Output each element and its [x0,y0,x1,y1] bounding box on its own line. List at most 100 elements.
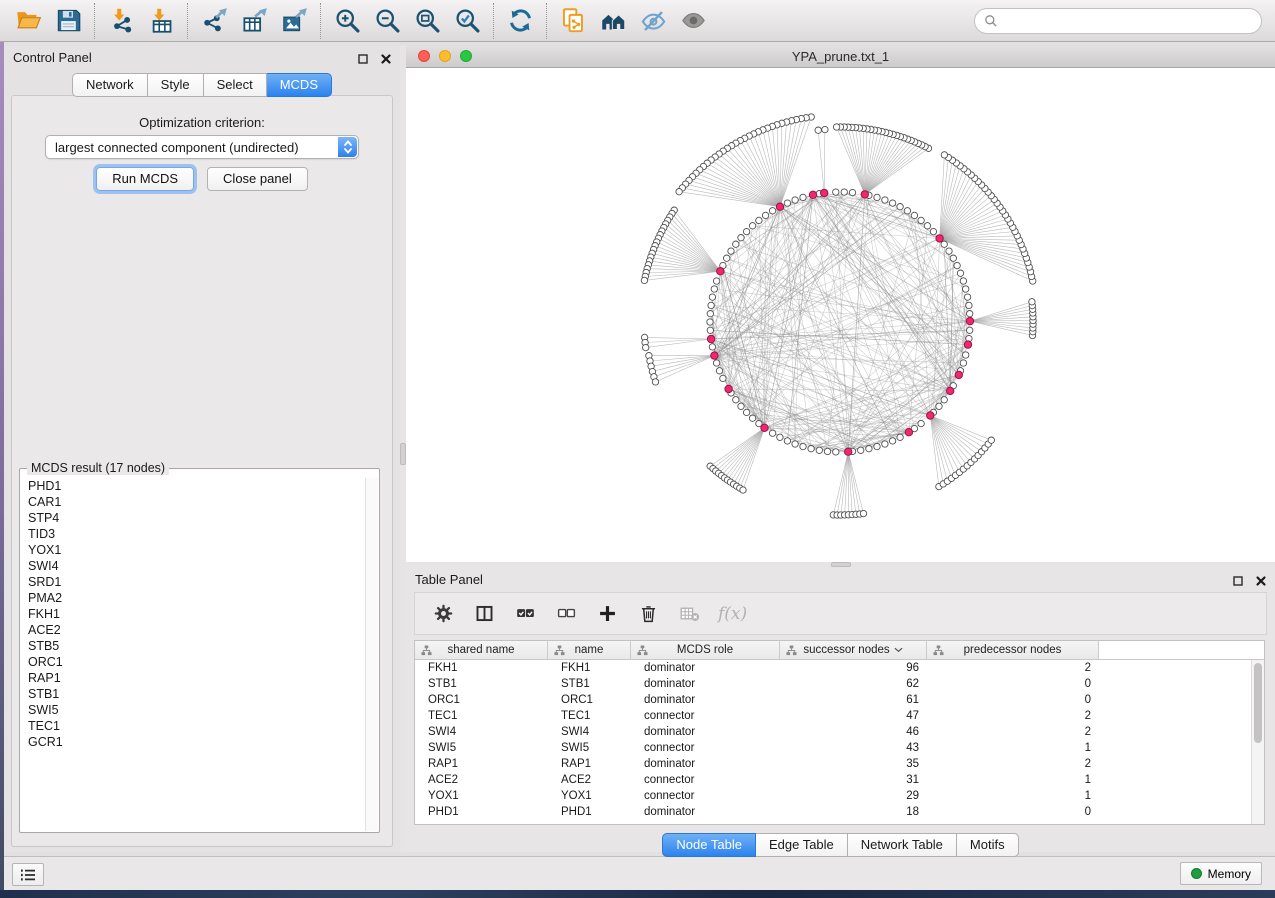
mcds-result-item[interactable]: STB5 [21,638,365,654]
network-leaf-node[interactable] [822,126,828,132]
cell-successor-nodes[interactable]: 29 [780,788,927,804]
copy-network-button[interactable] [553,4,593,38]
cell-mcds-role[interactable]: dominator [631,724,780,740]
hide-selected-button[interactable] [633,4,673,38]
cell-shared-name[interactable]: ACE2 [415,772,548,788]
network-node[interactable] [716,368,722,374]
cell-successor-nodes[interactable]: 46 [780,724,927,740]
column-header-name[interactable]: name [548,641,631,659]
control-panel-close-button[interactable] [379,52,392,65]
mcds-result-item[interactable]: PMA2 [21,590,365,606]
network-node[interactable] [784,438,790,444]
network-node[interactable] [720,375,726,381]
memory-button[interactable]: Memory [1180,862,1262,885]
cell-name[interactable]: RAP1 [548,756,631,772]
cell-shared-name[interactable]: STB1 [415,676,548,692]
network-node[interactable] [918,420,924,426]
network-hub-node[interactable] [966,317,973,324]
cell-successor-nodes[interactable]: 62 [780,676,927,692]
network-node[interactable] [882,441,888,447]
network-node[interactable] [874,443,880,449]
table-row[interactable]: FKH1FKH1dominator962 [415,660,1264,676]
export-image-button[interactable] [274,4,314,38]
network-hub-node[interactable] [809,191,816,198]
mcds-result-item[interactable]: ACE2 [21,622,365,638]
network-node[interactable] [733,397,739,403]
network-node[interactable] [713,278,719,284]
import-network-button[interactable] [101,4,141,38]
save-session-button[interactable] [48,4,88,38]
network-node[interactable] [738,235,744,241]
control-panel-float-button[interactable] [356,52,369,65]
network-node[interactable] [841,189,847,195]
refresh-button[interactable] [500,4,540,38]
network-hub-node[interactable] [905,429,912,436]
network-node[interactable] [769,430,775,436]
show-all-button[interactable] [673,4,713,38]
network-node[interactable] [769,208,775,214]
table-panel-float-button[interactable] [1231,574,1244,587]
network-node[interactable] [924,223,930,229]
network-hub-node[interactable] [821,189,828,196]
network-node[interactable] [941,241,947,247]
mcds-result-item[interactable]: FKH1 [21,606,365,622]
network-node[interactable] [743,228,749,234]
network-hub-node[interactable] [861,191,868,198]
tab-node-table[interactable]: Node Table [662,833,756,857]
network-node[interactable] [800,194,806,200]
cell-mcds-role[interactable]: dominator [631,692,780,708]
optimization-criterion-dropdown[interactable]: largest connected component (undirected) [45,135,359,159]
table-row[interactable]: RAP1RAP1dominator352 [415,756,1264,772]
network-node[interactable] [897,434,903,440]
cell-name[interactable]: STB1 [548,676,631,692]
network-node[interactable] [960,360,966,366]
cell-predecessor-nodes[interactable]: 1 [927,740,1099,756]
cell-name[interactable]: ORC1 [548,692,631,708]
table-row[interactable]: SWI4SWI4dominator462 [415,724,1264,740]
network-node[interactable] [911,212,917,218]
run-mcds-button[interactable]: Run MCDS [96,167,194,191]
cell-successor-nodes[interactable]: 35 [780,756,927,772]
table-row[interactable]: ORC1ORC1dominator610 [415,692,1264,708]
network-node[interactable] [724,255,730,261]
import-table-button[interactable] [141,4,181,38]
network-node[interactable] [946,248,952,254]
network-node[interactable] [950,255,956,261]
network-hub-node[interactable] [725,385,732,392]
table-row[interactable]: ACE2ACE2connector311 [415,772,1264,788]
network-node[interactable] [858,447,864,453]
cell-shared-name[interactable]: SWI4 [415,724,548,740]
table-panel-close-button[interactable] [1254,574,1267,587]
mcds-result-item[interactable]: RAP1 [21,670,365,686]
mcds-result-item[interactable]: CAR1 [21,494,365,510]
mcds-result-item[interactable]: TEC1 [21,718,365,734]
network-hub-node[interactable] [936,235,943,242]
network-node[interactable] [756,217,762,223]
mcds-result-item[interactable]: GCR1 [21,734,365,750]
tab-edge-table[interactable]: Edge Table [756,833,848,857]
cell-predecessor-nodes[interactable]: 0 [927,692,1099,708]
column-header-mcds-role[interactable]: MCDS role [631,641,780,659]
network-node[interactable] [792,197,798,203]
network-node[interactable] [733,241,739,247]
cell-name[interactable]: PHD1 [548,804,631,820]
network-node[interactable] [762,212,768,218]
network-node[interactable] [709,344,715,350]
cell-name[interactable]: FKH1 [548,660,631,676]
network-leaf-node[interactable] [652,379,658,385]
cell-name[interactable]: SWI5 [548,740,631,756]
network-node[interactable] [816,447,822,453]
mcds-result-scrollbar[interactable] [365,478,378,831]
network-node[interactable] [800,443,806,449]
network-node[interactable] [957,270,963,276]
network-hub-node[interactable] [776,203,783,210]
table-settings-button[interactable] [431,602,455,626]
network-node[interactable] [897,204,903,210]
cell-successor-nodes[interactable]: 61 [780,692,927,708]
select-all-rows-button[interactable] [513,602,537,626]
network-hub-node[interactable] [955,371,962,378]
cell-predecessor-nodes[interactable]: 2 [927,724,1099,740]
network-node[interactable] [777,434,783,440]
column-header-shared-name[interactable]: shared name [415,641,548,659]
cell-mcds-role[interactable]: dominator [631,756,780,772]
